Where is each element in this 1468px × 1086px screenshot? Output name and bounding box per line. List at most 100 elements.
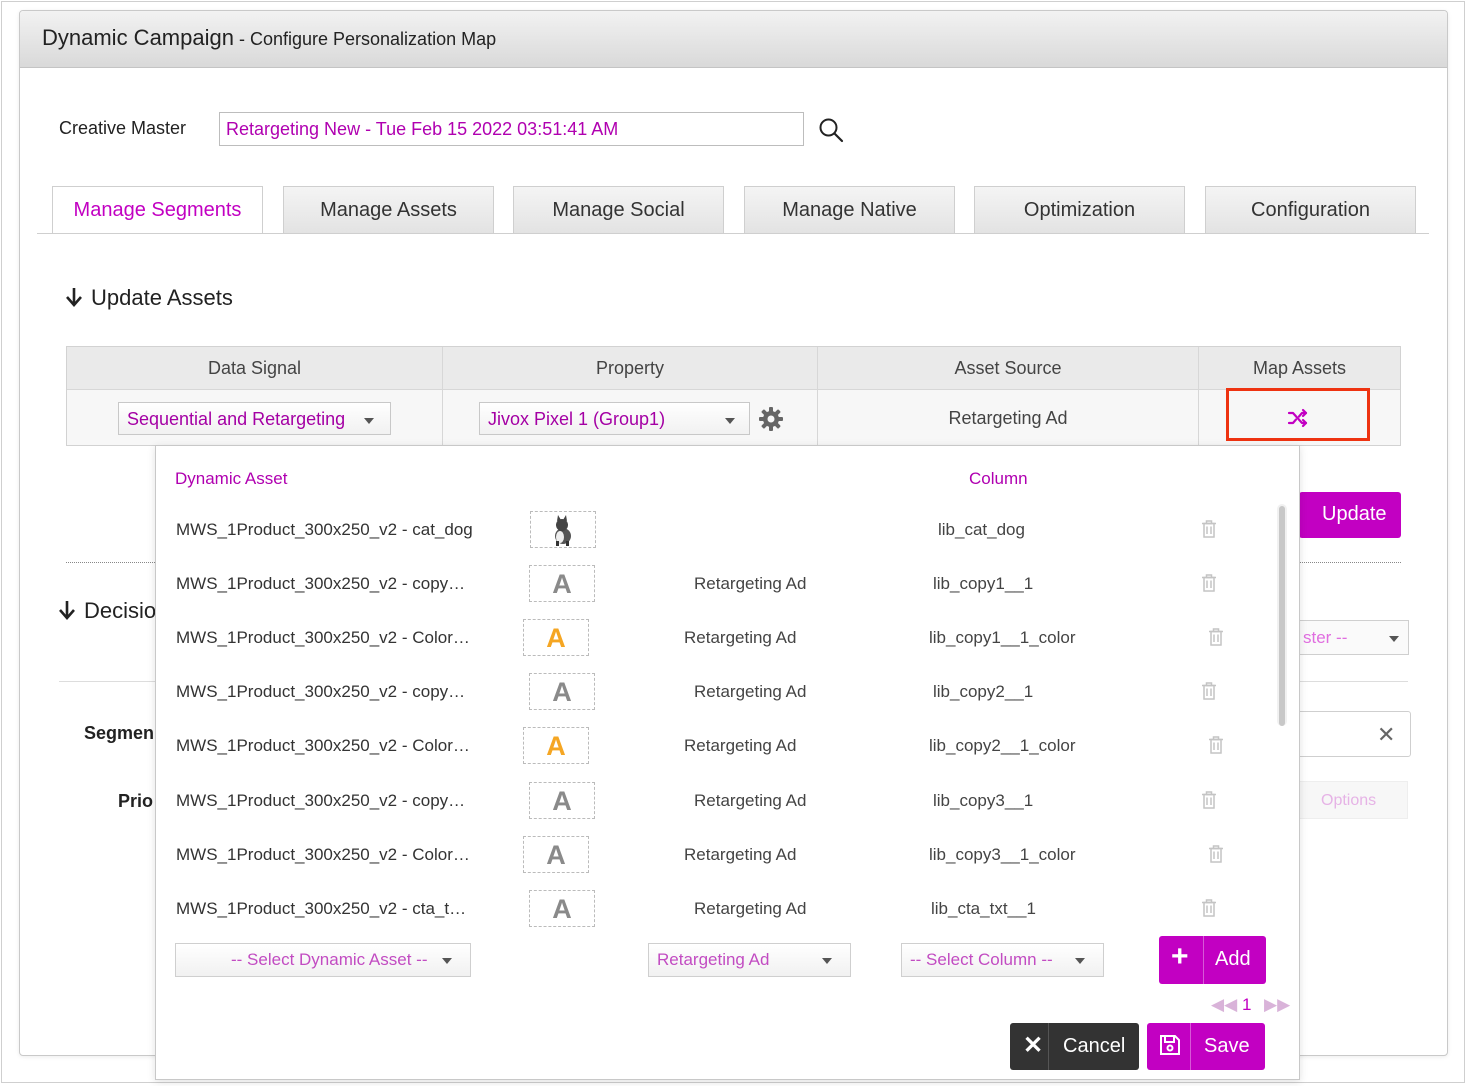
data-signal-value: Sequential and Retargeting [127, 409, 346, 429]
search-icon[interactable] [818, 117, 844, 143]
chevron-down-icon [822, 958, 832, 964]
column-header-property: Property [443, 347, 818, 390]
asset-name: MWS_1Product_300x250_v2 - Color… [176, 628, 470, 647]
asset-name: MWS_1Product_300x250_v2 - copy… [176, 791, 466, 810]
chevron-down-icon [725, 418, 735, 424]
close-icon: ✕ [1023, 1032, 1044, 1059]
text-asset-icon: A [552, 677, 572, 707]
segment-label: Segmen [84, 723, 155, 743]
text-asset-icon: A [552, 894, 572, 924]
chevron-down-icon [1075, 958, 1085, 964]
chevron-down-icon [364, 418, 374, 424]
segment-input[interactable]: ✕ [1290, 711, 1411, 757]
select-dynamic-asset-dropdown[interactable]: -- Select Dynamic Asset -- [175, 943, 471, 977]
trash-icon[interactable] [1201, 682, 1217, 700]
scrollbar-thumb[interactable] [1279, 506, 1285, 726]
header-dynamic-asset: Dynamic Asset [175, 469, 288, 488]
trash-icon[interactable] [1201, 791, 1217, 809]
data-signal-dropdown[interactable]: Sequential and Retargeting [118, 402, 391, 435]
property-dropdown[interactable]: Jivox Pixel 1 (Group1) [479, 402, 750, 435]
decision-heading[interactable]: Decisio [58, 598, 156, 624]
text-asset-icon: A [546, 623, 566, 653]
asset-column: lib_copy3__1 [933, 791, 1034, 810]
master-dropdown[interactable]: ster -- [1290, 620, 1409, 655]
trash-icon[interactable] [1208, 628, 1224, 646]
update-assets-heading[interactable]: Update Assets [65, 285, 233, 311]
tab-divider [37, 233, 1429, 234]
asset-thumbnail: A [523, 727, 589, 764]
title-subtitle: - Configure Personalization Map [233, 29, 497, 49]
cat-dog-image-icon [555, 515, 571, 546]
next-page-icon[interactable]: ▶▶ [1264, 995, 1290, 1015]
update-button[interactable]: Update [1299, 492, 1401, 538]
asset-source: Retargeting Ad [694, 682, 807, 701]
update-button-label: Update [1322, 503, 1387, 525]
column-header-data-signal: Data Signal [67, 347, 443, 390]
save-icon [1160, 1035, 1180, 1055]
cancel-button-label: Cancel [1063, 1035, 1126, 1057]
trash-icon[interactable] [1201, 520, 1217, 538]
asset-source-dropdown[interactable]: Retargeting Ad [648, 943, 851, 977]
button-divider [1203, 936, 1204, 984]
chevron-down-icon [442, 958, 452, 964]
select-dynamic-asset-text: -- Select Dynamic Asset -- [231, 950, 428, 969]
asset-name: MWS_1Product_300x250_v2 - cat_dog [176, 520, 473, 539]
asset-thumbnail: A [523, 836, 589, 873]
asset-thumbnail: A [529, 673, 595, 710]
tab-manage-native[interactable]: Manage Native [744, 186, 955, 233]
asset-column: lib_copy3__1_color [929, 845, 1076, 864]
asset-source: Retargeting Ad [694, 899, 807, 918]
close-icon[interactable]: ✕ [1377, 722, 1395, 748]
asset-source: Retargeting Ad [694, 574, 807, 593]
gear-icon[interactable] [758, 406, 784, 432]
trash-icon[interactable] [1201, 899, 1217, 917]
tab-manage-social[interactable]: Manage Social [513, 186, 724, 233]
button-divider [1190, 1023, 1191, 1070]
asset-name: MWS_1Product_300x250_v2 - cta_t… [176, 899, 467, 918]
trash-icon[interactable] [1208, 736, 1224, 754]
page-number[interactable]: 1 [1242, 995, 1251, 1015]
plus-icon: + [1171, 940, 1189, 973]
map-assets-popup: Dynamic Asset Column MWS_1Product_300x25… [155, 445, 1300, 1080]
asset-thumbnail [530, 511, 596, 548]
options-button[interactable]: Options [1290, 781, 1408, 819]
asset-column: lib_copy1__1_color [929, 628, 1076, 647]
title-main: Dynamic Campaign [42, 25, 234, 50]
tab-manage-assets[interactable]: Manage Assets [283, 186, 494, 233]
asset-source-dropdown-text: Retargeting Ad [657, 950, 770, 969]
page-title: Dynamic Campaign - Configure Personaliza… [42, 25, 496, 51]
header-column: Column [969, 469, 1028, 488]
master-dropdown-text: ster -- [1303, 628, 1348, 647]
cancel-button[interactable]: ✕ Cancel [1010, 1023, 1139, 1070]
priority-label: Prio [118, 791, 154, 811]
tab-configuration[interactable]: Configuration [1205, 186, 1416, 233]
property-value: Jivox Pixel 1 (Group1) [488, 409, 666, 429]
asset-thumbnail: A [529, 890, 595, 927]
asset-source-value: Retargeting Ad [948, 408, 1068, 428]
asset-column: lib_copy2__1_color [929, 736, 1076, 755]
asset-column: lib_copy1__1 [933, 574, 1034, 593]
trash-icon[interactable] [1201, 574, 1217, 592]
arrow-down-icon [59, 601, 75, 620]
asset-source: Retargeting Ad [684, 736, 797, 755]
asset-source: Retargeting Ad [684, 628, 797, 647]
asset-thumbnail: A [529, 565, 595, 602]
prev-page-icon[interactable]: ◀◀ [1211, 995, 1237, 1015]
text-asset-icon: A [552, 569, 572, 599]
add-button-label: Add [1215, 948, 1251, 970]
asset-column: lib_cat_dog [938, 520, 1025, 539]
asset-name: MWS_1Product_300x250_v2 - copy… [176, 574, 466, 593]
shuffle-icon[interactable] [1287, 407, 1309, 429]
creative-master-input[interactable]: Retargeting New - Tue Feb 15 2022 03:51:… [219, 112, 804, 146]
add-button[interactable]: + Add [1159, 936, 1266, 984]
save-button[interactable]: Save [1147, 1023, 1265, 1070]
trash-icon[interactable] [1208, 845, 1224, 863]
select-column-dropdown[interactable]: -- Select Column -- [901, 943, 1104, 977]
tab-optimization[interactable]: Optimization [974, 186, 1185, 233]
asset-thumbnail: A [529, 782, 595, 819]
text-asset-icon: A [552, 786, 572, 816]
tab-manage-segments[interactable]: Manage Segments [52, 186, 263, 234]
chevron-down-icon [1389, 636, 1399, 642]
decision-title-text: Decisio [84, 598, 157, 623]
asset-column: lib_cta_txt__1 [931, 899, 1036, 918]
